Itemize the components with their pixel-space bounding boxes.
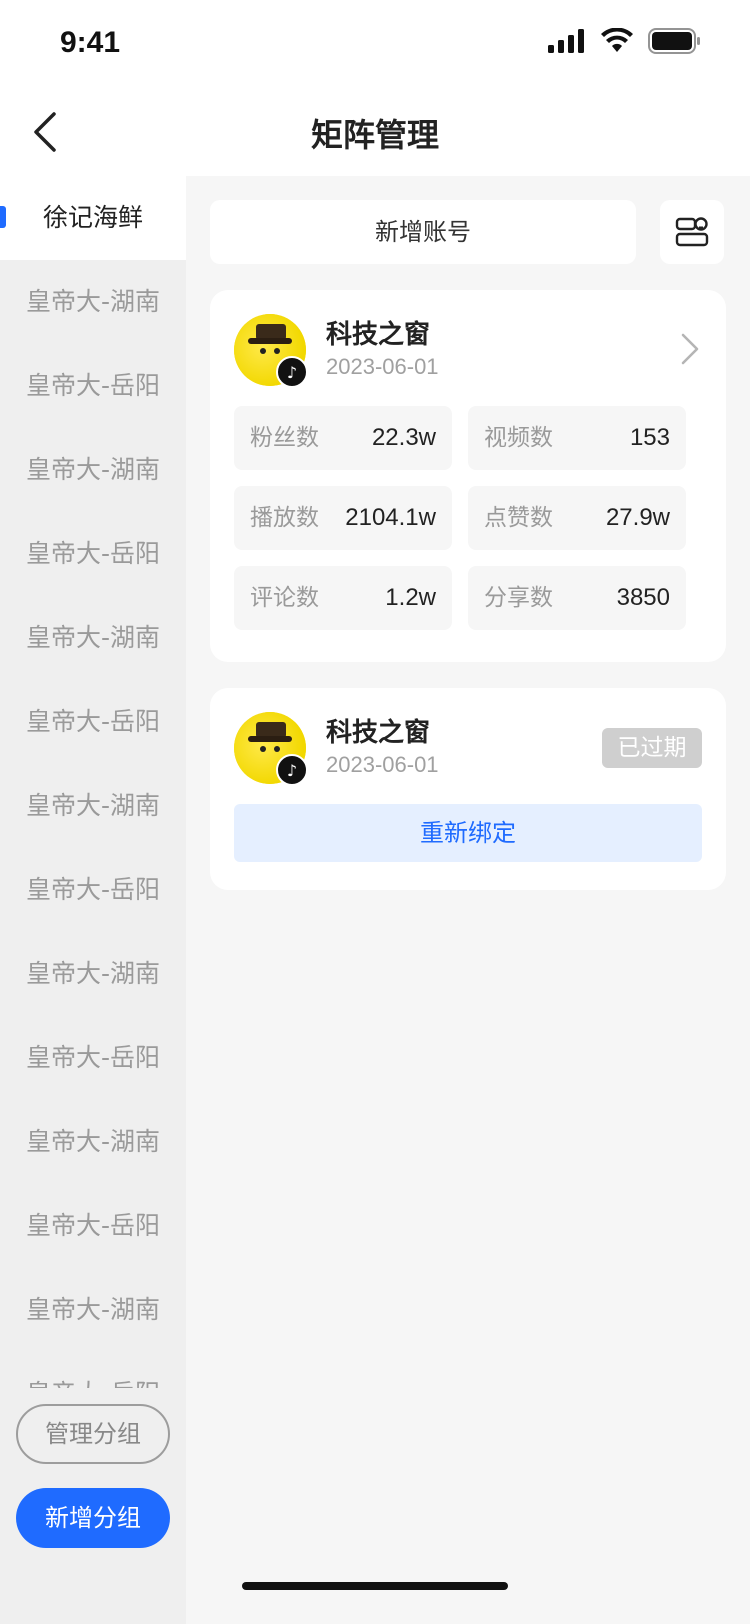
tiktok-icon: ♪ [276,356,308,388]
avatar: ♪ [234,712,308,786]
status-bar: 9:41 [0,0,750,88]
sidebar-item-group[interactable]: 皇帝大-岳阳 [0,344,186,428]
stat-value: 27.9w [605,504,670,531]
sidebar-item-group[interactable]: 皇帝大-湖南 [0,932,186,1016]
sidebar-item-group[interactable]: 皇帝大-湖南 [0,1268,186,1352]
sidebar-item-group[interactable]: 皇帝大-岳阳 [0,1016,186,1100]
status-badge: 已过期 [602,728,702,768]
account-card-expired: ♪ 科技之窗 2023-06-01 已过期 重新绑定 [210,688,726,890]
account-name: 科技之窗 [326,718,431,748]
signal-icon [548,29,586,57]
battery-icon [648,28,702,58]
account-date: 2023-06-01 [326,752,439,777]
sidebar-item-group[interactable]: 皇帝大-岳阳 [0,512,186,596]
group-settings-button[interactable] [660,200,724,264]
stat-label: 分享数 [484,585,553,611]
stat-videos: 视频数 153 [468,406,686,470]
sidebar-item-group[interactable]: 皇帝大-湖南 [0,428,186,512]
stat-shares: 分享数 3850 [468,566,686,630]
stat-fans: 粉丝数 22.3w [234,406,452,470]
stat-value: 153 [629,424,670,451]
sidebar-item-group[interactable]: 皇帝大-湖南 [0,1100,186,1184]
sidebar-item-group[interactable]: 皇帝大-岳阳 [0,848,186,932]
stat-label: 播放数 [250,505,319,531]
status-time: 9:41 [60,26,121,59]
nav-bar: 矩阵管理 [0,88,750,176]
sidebar-item-group[interactable]: 皇帝大-岳阳 [0,680,186,764]
account-content: 新增账号 ♪ 科技之窗 2023-06-01 粉丝数 22.3w 视频数 153… [186,176,750,1624]
stat-value: 1.2w [385,584,436,611]
sidebar-item-group[interactable]: 皇帝大-岳阳 [0,1184,186,1268]
account-name: 科技之窗 [326,320,431,350]
add-account-button[interactable]: 新增账号 [210,200,636,264]
rebind-button[interactable]: 重新绑定 [234,804,702,862]
avatar: ♪ [234,314,308,388]
sidebar-item-group[interactable]: 皇帝大-湖南 [0,260,186,344]
stat-plays: 播放数 2104.1w [234,486,452,550]
status-icons [548,27,702,58]
stat-likes: 点赞数 27.9w [468,486,686,550]
chevron-right-icon[interactable] [680,332,700,366]
account-card[interactable]: ♪ 科技之窗 2023-06-01 粉丝数 22.3w 视频数 153 播放数 … [210,290,726,662]
stat-value: 22.3w [371,424,436,451]
stat-label: 粉丝数 [250,425,319,451]
tiktok-icon: ♪ [276,754,308,786]
stat-value: 3850 [616,584,670,611]
sidebar-item-group[interactable]: 皇帝大-岳阳 [0,1352,186,1388]
stat-label: 点赞数 [484,505,553,531]
stat-value: 2104.1w [345,504,436,531]
page-title: 矩阵管理 [310,116,439,154]
group-manage-icon [675,217,709,247]
manage-group-button[interactable]: 管理分组 [16,1404,170,1464]
stat-label: 评论数 [250,585,319,611]
stat-label: 视频数 [484,425,553,451]
sidebar-item-group[interactable]: 皇帝大-湖南 [0,596,186,680]
home-indicator [242,1582,508,1590]
sidebar-item-group[interactable]: 皇帝大-湖南 [0,764,186,848]
group-sidebar: 徐记海鲜 皇帝大-湖南 皇帝大-岳阳 皇帝大-湖南 皇帝大-岳阳 皇帝大-湖南 … [0,176,186,1624]
stat-comments: 评论数 1.2w [234,566,452,630]
account-date: 2023-06-01 [326,354,439,379]
wifi-icon [600,27,634,58]
add-group-button[interactable]: 新增分组 [16,1488,170,1548]
sidebar-item-group[interactable]: 徐记海鲜 [0,176,186,260]
group-list[interactable]: 徐记海鲜 皇帝大-湖南 皇帝大-岳阳 皇帝大-湖南 皇帝大-岳阳 皇帝大-湖南 … [0,176,186,1388]
